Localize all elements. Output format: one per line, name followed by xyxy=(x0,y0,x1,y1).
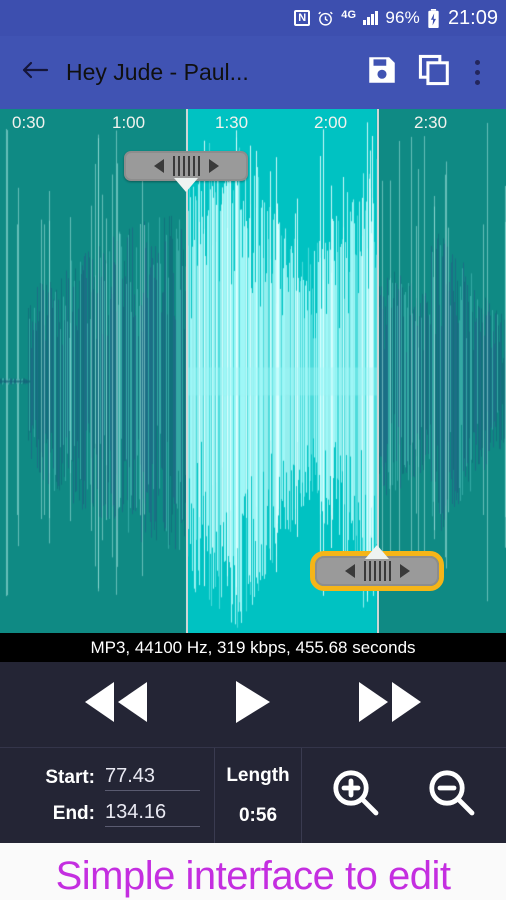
start-end-group: Start: 77.43 End: 134.16 xyxy=(0,748,215,843)
menu-dot-icon xyxy=(474,70,480,75)
start-input[interactable]: 77.43 xyxy=(105,765,200,791)
copy-button[interactable] xyxy=(408,47,460,99)
battery-charging-icon xyxy=(427,8,440,28)
grip-icon xyxy=(363,561,391,581)
status-bar: N 4G 96% 21:09 xyxy=(0,0,506,36)
play-button[interactable] xyxy=(210,675,296,735)
transport-controls xyxy=(0,662,506,747)
nfc-icon: N xyxy=(294,10,311,26)
promo-banner: Simple interface to edit xyxy=(0,843,506,900)
arrow-left-icon xyxy=(20,58,50,87)
menu-dot-icon xyxy=(474,60,480,65)
selection-end-handle[interactable] xyxy=(310,545,444,591)
signal-strength-icon xyxy=(363,11,379,25)
app-bar: Hey Jude - Paul... xyxy=(0,36,506,109)
end-label: End: xyxy=(52,802,95,824)
save-button[interactable] xyxy=(356,47,408,99)
network-type-label: 4G xyxy=(341,9,357,21)
fast-forward-icon xyxy=(353,680,427,729)
arrow-left-icon xyxy=(344,564,355,578)
length-group: Length 0:56 xyxy=(215,748,302,843)
promo-banner-text: Simple interface to edit xyxy=(55,853,451,898)
zoom-out-button[interactable] xyxy=(421,765,483,827)
waveform-area[interactable]: 0:30 1:00 1:30 2:00 2:30 xyxy=(0,109,506,633)
arrow-right-icon xyxy=(399,564,410,578)
edit-values-row: Start: 77.43 End: 134.16 Length 0:56 xyxy=(0,747,506,843)
zoom-in-icon xyxy=(330,767,382,824)
copy-icon xyxy=(416,52,452,93)
rewind-icon xyxy=(79,680,153,729)
end-row: End: 134.16 xyxy=(0,801,200,827)
start-row: Start: 77.43 xyxy=(0,765,200,791)
menu-dot-icon xyxy=(474,80,480,85)
handle-pointer-icon xyxy=(365,545,389,559)
arrow-left-icon xyxy=(153,159,164,173)
alarm-clock-icon xyxy=(317,10,334,27)
rewind-button[interactable] xyxy=(73,675,159,735)
zoom-group xyxy=(302,748,506,843)
start-label: Start: xyxy=(45,766,95,788)
overflow-menu-button[interactable] xyxy=(460,50,494,96)
zoom-in-button[interactable] xyxy=(325,765,387,827)
selection-start-handle[interactable] xyxy=(124,151,248,192)
length-label: Length xyxy=(226,764,290,786)
audio-editor-screen: N 4G 96% 21:09 Hey Jude - Paul... 0:30 1… xyxy=(0,0,506,900)
back-button[interactable] xyxy=(12,50,58,96)
page-title: Hey Jude - Paul... xyxy=(66,59,249,85)
length-value: 0:56 xyxy=(238,804,278,826)
battery-percent-label: 96% xyxy=(385,8,420,27)
file-info-bar: MP3, 44100 Hz, 319 kbps, 455.68 seconds xyxy=(0,633,506,662)
floppy-disk-icon xyxy=(365,53,399,92)
waveform-canvas[interactable] xyxy=(0,109,506,633)
handle-pointer-icon xyxy=(174,178,198,192)
grip-icon xyxy=(172,156,200,176)
arrow-right-icon xyxy=(208,159,219,173)
end-input[interactable]: 134.16 xyxy=(105,801,200,827)
clock-label: 21:09 xyxy=(447,6,498,29)
fast-forward-button[interactable] xyxy=(347,675,433,735)
zoom-out-icon xyxy=(426,767,478,824)
play-icon xyxy=(231,679,275,730)
